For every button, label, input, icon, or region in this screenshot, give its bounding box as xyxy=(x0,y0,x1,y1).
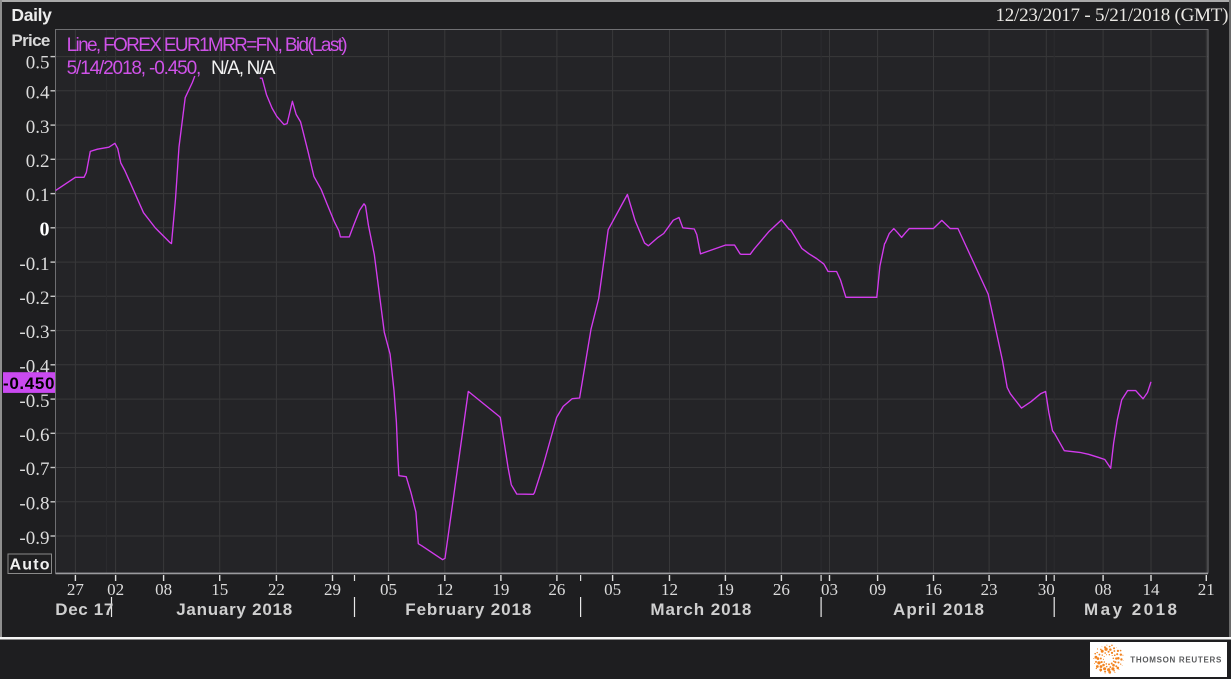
svg-text:14: 14 xyxy=(1143,580,1161,599)
svg-text:26: 26 xyxy=(548,580,565,599)
svg-text:5/14/2018, -0.450,: 5/14/2018, -0.450, xyxy=(67,58,202,79)
svg-text:Dec 17: Dec 17 xyxy=(55,600,113,619)
svg-text:Daily: Daily xyxy=(11,5,52,25)
svg-text:THOMSON REUTERS: THOMSON REUTERS xyxy=(1130,656,1222,665)
svg-text:26: 26 xyxy=(773,580,790,599)
svg-text:15: 15 xyxy=(211,580,228,599)
svg-text:09: 09 xyxy=(869,580,886,599)
svg-text:February 2018: February 2018 xyxy=(405,600,531,619)
svg-text:-0.1: -0.1 xyxy=(19,254,49,275)
svg-text:March 2018: March 2018 xyxy=(650,600,751,619)
svg-text:-0.450: -0.450 xyxy=(3,374,55,393)
svg-text:0.5: 0.5 xyxy=(26,53,50,74)
svg-text:27: 27 xyxy=(67,580,85,599)
svg-text:29: 29 xyxy=(324,580,341,599)
svg-text:0: 0 xyxy=(40,219,50,241)
svg-text:19: 19 xyxy=(492,580,509,599)
svg-text:-0.7: -0.7 xyxy=(19,459,49,480)
svg-text:-0.5: -0.5 xyxy=(19,391,49,412)
svg-text:Price: Price xyxy=(11,31,50,50)
svg-text:12/23/2017 - 5/21/2018 (GMT): 12/23/2017 - 5/21/2018 (GMT) xyxy=(996,5,1229,26)
svg-text:12: 12 xyxy=(436,580,453,599)
svg-text:23: 23 xyxy=(981,580,998,599)
svg-text:03: 03 xyxy=(821,580,838,599)
svg-text:-0.2: -0.2 xyxy=(19,288,49,309)
svg-text:-0.3: -0.3 xyxy=(19,322,49,343)
svg-text:January 2018: January 2018 xyxy=(176,600,292,619)
svg-text:-0.9: -0.9 xyxy=(19,528,49,549)
svg-text:02: 02 xyxy=(107,580,124,599)
svg-text:21: 21 xyxy=(1198,580,1215,599)
svg-text:22: 22 xyxy=(268,580,285,599)
svg-text:0.1: 0.1 xyxy=(26,185,50,206)
svg-text:08: 08 xyxy=(1095,580,1112,599)
svg-text:05: 05 xyxy=(604,580,621,599)
svg-text:-0.8: -0.8 xyxy=(19,494,49,515)
svg-text:0.4: 0.4 xyxy=(26,83,50,104)
svg-text:0.3: 0.3 xyxy=(26,117,50,138)
svg-text:08: 08 xyxy=(155,580,172,599)
svg-text:N/A, N/A: N/A, N/A xyxy=(211,58,276,79)
svg-text:Line, FOREX EUR1MRR=FN, Bid(La: Line, FOREX EUR1MRR=FN, Bid(Last) xyxy=(67,35,348,56)
svg-text:16: 16 xyxy=(925,580,942,599)
svg-text:05: 05 xyxy=(380,580,397,599)
svg-text:19: 19 xyxy=(717,580,734,599)
svg-text:12: 12 xyxy=(661,580,678,599)
svg-text:30: 30 xyxy=(1038,580,1055,599)
svg-text:-0.6: -0.6 xyxy=(19,425,49,446)
svg-text:April 2018: April 2018 xyxy=(893,600,984,619)
svg-text:Auto: Auto xyxy=(10,557,50,574)
svg-text:0.2: 0.2 xyxy=(26,151,50,172)
